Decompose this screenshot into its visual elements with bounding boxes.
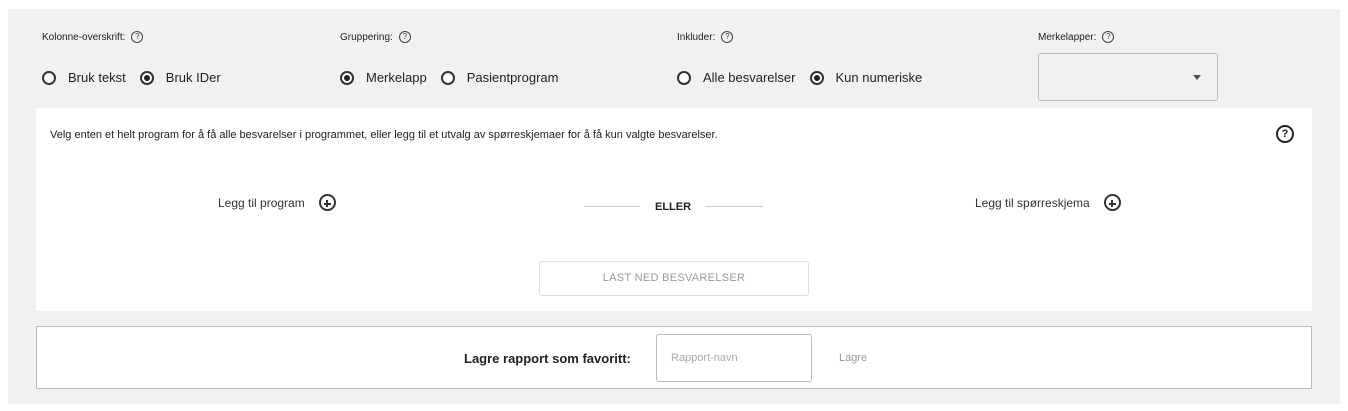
plus-circle-icon[interactable] xyxy=(1103,194,1121,211)
add-program-label: Legg til program xyxy=(218,195,305,210)
radio-button[interactable] xyxy=(42,70,56,85)
save-favorite-bar: Lagre rapport som favoritt: Lagre xyxy=(36,326,1312,389)
radio-label: Bruk IDer xyxy=(165,70,221,85)
save-button[interactable]: Lagre xyxy=(839,352,867,364)
save-favorite-label: Lagre rapport som favoritt: xyxy=(464,351,631,366)
grouping-radio-group: Merkelapp Pasientprogram xyxy=(340,70,572,85)
divider-line xyxy=(584,206,640,207)
radio-pasientprogram[interactable]: Pasientprogram xyxy=(440,70,559,85)
radio-merkelapp[interactable]: Merkelapp xyxy=(340,70,427,85)
radio-bruk-tekst[interactable]: Bruk tekst xyxy=(42,70,126,85)
help-icon[interactable]: ? xyxy=(721,31,734,43)
selection-info-text: Velg enten et helt program for å få alle… xyxy=(50,129,718,141)
radio-label: Alle besvarelser xyxy=(703,70,796,85)
column-header-label: Kolonne-overskrift: xyxy=(42,31,126,43)
radio-kun-numeriske[interactable]: Kun numeriske xyxy=(809,70,923,85)
column-header-radio-group: Bruk tekst Bruk IDer xyxy=(42,70,235,85)
grouping-label-row: Gruppering: ? xyxy=(340,31,411,43)
divider-line xyxy=(705,206,763,207)
radio-button-selected[interactable] xyxy=(809,70,824,85)
radio-label: Pasientprogram xyxy=(466,70,559,85)
labels-filter-label-row: Merkelapper: ? xyxy=(1038,31,1115,43)
radio-label: Bruk tekst xyxy=(68,70,126,85)
radio-button[interactable] xyxy=(677,70,691,85)
radio-alle-besvarelser[interactable]: Alle besvarelser xyxy=(677,70,796,85)
radio-bruk-ider[interactable]: Bruk IDer xyxy=(139,70,221,85)
radio-label: Kun numeriske xyxy=(835,70,923,85)
help-icon[interactable]: ? xyxy=(1102,31,1115,43)
column-header-label-row: Kolonne-overskrift: ? xyxy=(42,31,144,43)
add-program-button[interactable]: Legg til program xyxy=(218,194,336,211)
radio-button[interactable] xyxy=(440,70,455,85)
radio-button-selected[interactable] xyxy=(340,70,354,85)
report-options-panel: Kolonne-overskrift: ? Bruk tekst Bruk ID… xyxy=(8,9,1340,404)
radio-label: Merkelapp xyxy=(366,70,427,85)
selection-card: Velg enten et helt program for å få alle… xyxy=(36,108,1312,311)
include-radio-group: Alle besvarelser Kun numeriske xyxy=(677,70,936,85)
report-name-input[interactable] xyxy=(656,334,812,382)
caret-down-icon xyxy=(1193,75,1201,80)
radio-button-selected[interactable] xyxy=(139,70,154,85)
help-icon[interactable]: ? xyxy=(1276,125,1294,143)
grouping-label: Gruppering: xyxy=(340,31,393,43)
include-label-row: Inkluder: ? xyxy=(677,31,734,43)
add-questionnaire-button[interactable]: Legg til spørreskjema xyxy=(975,194,1121,211)
help-icon[interactable]: ? xyxy=(398,31,411,43)
download-responses-button[interactable]: LAST NED BESVARELSER xyxy=(539,261,809,296)
labels-filter-select[interactable] xyxy=(1038,53,1218,101)
or-separator: ELLER xyxy=(655,201,692,213)
add-questionnaire-label: Legg til spørreskjema xyxy=(975,195,1090,210)
plus-circle-icon[interactable] xyxy=(318,194,336,211)
help-icon[interactable]: ? xyxy=(131,31,144,43)
labels-filter-label: Merkelapper: xyxy=(1038,31,1097,43)
include-label: Inkluder: xyxy=(677,31,716,43)
